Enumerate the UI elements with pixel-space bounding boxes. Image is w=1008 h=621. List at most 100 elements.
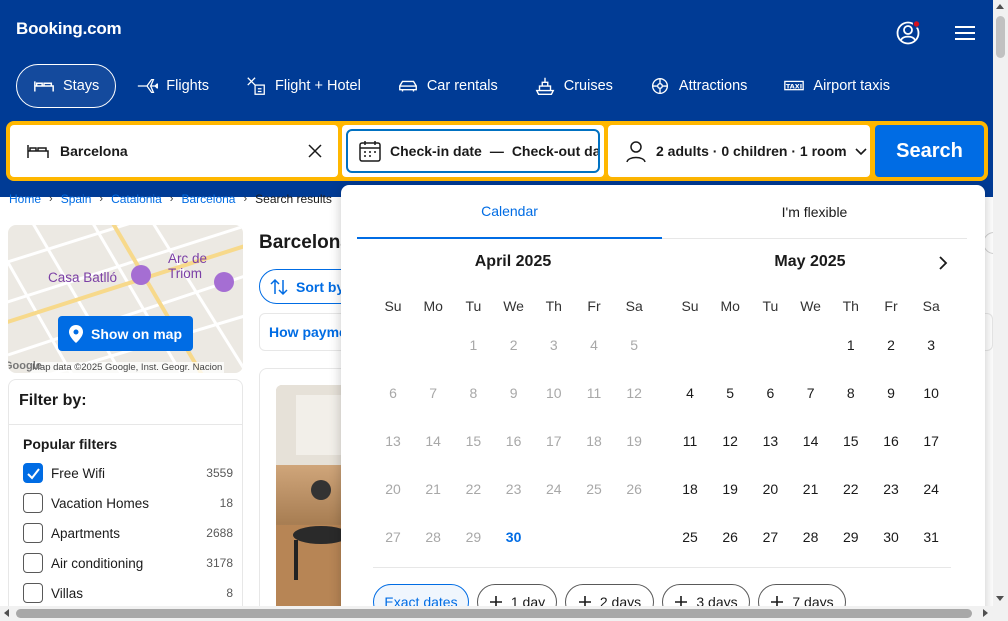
checkbox[interactable] <box>23 553 43 573</box>
checkbox[interactable] <box>23 463 43 483</box>
calendar-day[interactable]: 1 <box>831 321 871 369</box>
guests-field[interactable]: 2 adults · 0 children · 1 room <box>608 125 870 177</box>
calendar-day[interactable]: 21 <box>791 465 831 513</box>
weekday-header: We <box>503 298 524 314</box>
nav-flights-label: Flights <box>166 78 209 94</box>
calendar-day: 28 <box>425 529 441 545</box>
calendar-day[interactable]: 6 <box>750 369 790 417</box>
nav-cruises-label: Cruises <box>563 78 613 94</box>
breadcrumb-home[interactable]: Home <box>9 192 41 206</box>
calendar-day[interactable]: 9 <box>871 369 911 417</box>
calendar-day[interactable]: 13 <box>750 417 790 465</box>
calendar-day[interactable]: 22 <box>831 465 871 513</box>
weekday-header: Sa <box>922 298 940 314</box>
dates-field-inner[interactable]: Check-in date — Check-out date <box>346 129 600 173</box>
clear-icon[interactable] <box>308 144 322 158</box>
weekday-header: Sa <box>625 298 643 314</box>
calendar-day: 9 <box>509 385 518 401</box>
calendar-day[interactable]: 16 <box>871 417 911 465</box>
dates-field[interactable]: Check-in date — Check-out date <box>342 125 604 177</box>
calendar-day[interactable]: 8 <box>831 369 871 417</box>
checkbox[interactable] <box>23 493 43 513</box>
calendar-day[interactable]: 27 <box>750 513 790 561</box>
calendar-day[interactable]: 24 <box>911 465 951 513</box>
checkout-label: Check-out date <box>511 143 600 159</box>
calendar-day[interactable]: 26 <box>710 513 750 561</box>
attractions-icon <box>651 77 668 95</box>
nav-airport-taxis[interactable]: TAXI Airport taxis <box>767 64 906 108</box>
calendar-day[interactable]: 11 <box>670 417 710 465</box>
calendar-day[interactable]: 4 <box>670 369 710 417</box>
filter-villas[interactable]: Villas 8 <box>23 582 233 604</box>
weekday-header: Tu <box>762 298 779 314</box>
calendar-day[interactable]: 5 <box>710 369 750 417</box>
weekday-header: Fr <box>587 298 601 314</box>
vertical-scrollbar[interactable] <box>993 0 1008 606</box>
tab-flexible[interactable]: I'm flexible <box>662 185 967 239</box>
calendar-day: 8 <box>469 385 478 401</box>
nav-flights[interactable]: Flights <box>120 64 225 108</box>
account-icon[interactable] <box>896 20 921 45</box>
calendar-day[interactable]: 28 <box>791 513 831 561</box>
checkbox[interactable] <box>23 523 43 543</box>
filter-label: Free Wifi <box>51 465 105 481</box>
calendar-day[interactable]: 25 <box>670 513 710 561</box>
filter-label: Apartments <box>51 525 121 541</box>
nav-car-rentals[interactable]: Car rentals <box>381 64 514 108</box>
calendar-day: 27 <box>385 529 401 545</box>
destination-field[interactable]: Barcelona <box>10 125 338 177</box>
filter-panel: Filter by: Popular filters Free Wifi 355… <box>8 379 243 619</box>
search-button[interactable]: Search <box>875 125 984 177</box>
next-month-icon[interactable] <box>935 255 951 271</box>
map-label-arc: Arc de Triom <box>168 251 208 281</box>
horizontal-scroll-thumb[interactable] <box>16 609 972 618</box>
scroll-up-arrow-icon[interactable] <box>996 4 1004 9</box>
calendar-day[interactable]: 20 <box>750 465 790 513</box>
vertical-scroll-thumb[interactable] <box>996 16 1005 58</box>
calendar-day: 10 <box>546 385 562 401</box>
tab-calendar[interactable]: Calendar <box>357 185 662 239</box>
show-on-map-button[interactable]: Show on map <box>58 316 193 351</box>
logo[interactable]: Booking.com <box>16 19 122 39</box>
breadcrumb-catalonia[interactable]: Catalonia <box>111 192 162 206</box>
nav-airport-taxis-label: Airport taxis <box>813 78 890 94</box>
menu-icon[interactable] <box>955 25 975 41</box>
map-thumbnail[interactable]: Arc de Triom Casa Batlló Show on map Map… <box>8 225 243 373</box>
calendar-day[interactable]: 17 <box>911 417 951 465</box>
person-icon <box>626 141 646 163</box>
nav-cruises[interactable]: Cruises <box>518 64 629 108</box>
filter-air-conditioning[interactable]: Air conditioning 3178 <box>23 552 233 574</box>
filter-vacation-homes[interactable]: Vacation Homes 18 <box>23 492 233 514</box>
calendar-day[interactable]: 14 <box>791 417 831 465</box>
breadcrumb-barcelona[interactable]: Barcelona <box>181 192 235 206</box>
calendar-day[interactable]: 23 <box>871 465 911 513</box>
calendar-day[interactable]: 12 <box>710 417 750 465</box>
calendar-day[interactable]: 19 <box>710 465 750 513</box>
calendar-day[interactable]: 29 <box>831 513 871 561</box>
scroll-left-arrow-icon[interactable] <box>4 609 9 617</box>
taxi-icon: TAXI <box>784 80 805 91</box>
calendar-day[interactable]: 2 <box>871 321 911 369</box>
calendar-day[interactable]: 30 <box>871 513 911 561</box>
filter-free-wifi[interactable]: Free Wifi 3559 <box>23 462 233 484</box>
scroll-right-arrow-icon[interactable] <box>983 609 988 617</box>
filter-label: Villas <box>51 585 84 601</box>
calendar-day: 7 <box>429 385 438 401</box>
filter-apartments[interactable]: Apartments 2688 <box>23 522 233 544</box>
airplane-icon <box>138 78 159 94</box>
calendar-day[interactable]: 15 <box>831 417 871 465</box>
calendar-day: 13 <box>385 433 401 449</box>
calendar-day[interactable]: 7 <box>791 369 831 417</box>
calendar-day[interactable]: 3 <box>911 321 951 369</box>
nav-flight-hotel[interactable]: Flight + Hotel <box>229 64 377 108</box>
calendar-day[interactable]: 10 <box>911 369 951 417</box>
breadcrumb-spain[interactable]: Spain <box>61 192 92 206</box>
calendar-day[interactable]: 31 <box>911 513 951 561</box>
scroll-down-arrow-icon[interactable] <box>996 596 1004 601</box>
calendar-day[interactable]: 18 <box>670 465 710 513</box>
bed-icon <box>34 81 54 92</box>
checkbox[interactable] <box>23 583 43 603</box>
nav-stays[interactable]: Stays <box>16 64 117 108</box>
nav-attractions[interactable]: Attractions <box>633 64 764 108</box>
calendar-day[interactable]: 30 <box>494 513 534 561</box>
